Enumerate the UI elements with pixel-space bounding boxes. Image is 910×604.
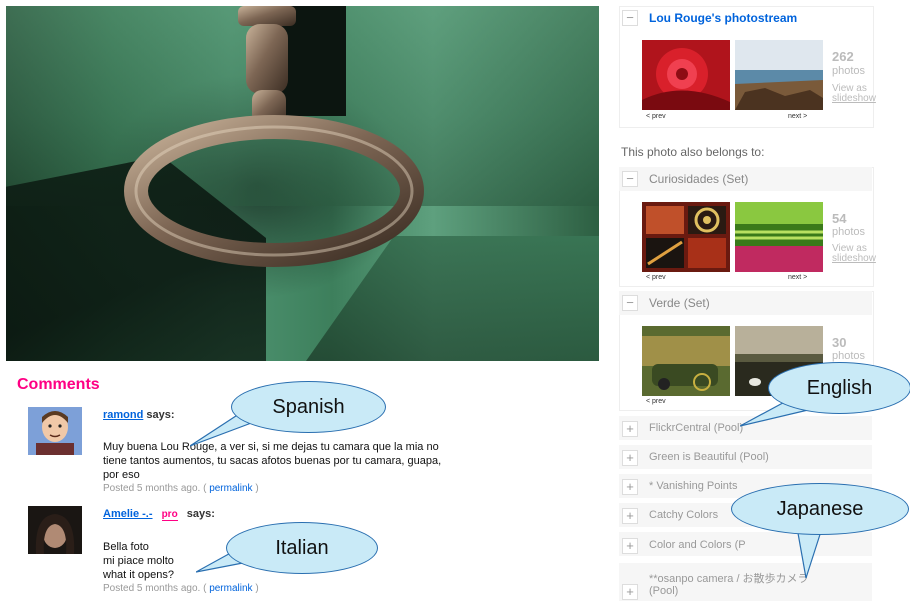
callout-italian: Italian bbox=[226, 522, 378, 574]
permalink-link[interactable]: permalink bbox=[209, 483, 252, 494]
photo-count-label: photos bbox=[832, 65, 866, 77]
comment-line: what it opens? bbox=[103, 569, 174, 581]
photo-count: 30 bbox=[832, 335, 847, 350]
says-label: says: bbox=[186, 508, 215, 520]
expand-icon[interactable]: + bbox=[622, 508, 638, 524]
author-link[interactable]: ramond bbox=[103, 409, 143, 421]
comment-line: Muy buena Lou Rouge, a ver si, si me dej… bbox=[103, 441, 439, 453]
comment-meta: Posted 5 months ago. ( permalink ) bbox=[103, 583, 259, 594]
posted-time: Posted 5 months ago. bbox=[103, 583, 201, 594]
says-label: says: bbox=[146, 409, 175, 421]
comment-author: Amelie -.- pro says: bbox=[103, 508, 215, 521]
photostream-title[interactable]: Lou Rouge's photostream bbox=[649, 11, 797, 25]
author-link[interactable]: Amelie -.- bbox=[103, 508, 153, 520]
expand-icon[interactable]: + bbox=[622, 479, 638, 495]
avatar-image bbox=[28, 407, 82, 455]
pool-title-continued[interactable]: (Pool) bbox=[649, 585, 678, 597]
set-title[interactable]: Curiosidades (Set) bbox=[649, 172, 748, 186]
key-icon bbox=[124, 6, 424, 267]
thumbnail[interactable] bbox=[735, 40, 823, 110]
collapse-icon[interactable]: − bbox=[622, 171, 638, 187]
expand-icon[interactable]: + bbox=[622, 584, 638, 600]
thumbnail-image bbox=[735, 40, 823, 110]
avatar[interactable] bbox=[28, 506, 82, 554]
prev-link[interactable]: < prev bbox=[646, 274, 666, 281]
thumbnail-image bbox=[642, 202, 730, 272]
pool-title[interactable]: **osanpo camera / お散歩カメラ bbox=[649, 570, 809, 586]
avatar-image bbox=[28, 506, 82, 554]
callout-english: English bbox=[768, 362, 910, 414]
pool-title[interactable]: Color and Colors (P bbox=[649, 539, 746, 551]
posted-time: Posted 5 months ago. bbox=[103, 483, 201, 494]
comments-heading: Comments bbox=[17, 376, 100, 393]
prev-link[interactable]: < prev bbox=[646, 398, 666, 405]
comment-author: ramond says: bbox=[103, 409, 175, 421]
permalink-link[interactable]: permalink bbox=[209, 583, 252, 594]
comment-line: Bella foto bbox=[103, 541, 149, 553]
photo-count: 262 bbox=[832, 49, 854, 64]
slideshow-link[interactable]: slideshow bbox=[832, 94, 876, 104]
pool-title[interactable]: Green is Beautiful (Pool) bbox=[649, 451, 769, 463]
comment-body: Bella foto mi piace molto what it opens? bbox=[103, 540, 174, 582]
comment-meta: Posted 5 months ago. ( permalink ) bbox=[103, 483, 259, 494]
expand-icon[interactable]: + bbox=[622, 538, 638, 554]
photo-count-label: photos bbox=[832, 226, 866, 238]
next-link[interactable]: next > bbox=[788, 274, 807, 281]
collapse-icon[interactable]: − bbox=[622, 10, 638, 26]
thumbnail[interactable] bbox=[642, 40, 730, 110]
set-title[interactable]: Verde (Set) bbox=[649, 296, 710, 310]
pool-title[interactable]: * Vanishing Points bbox=[649, 480, 737, 492]
callout-japanese: Japanese bbox=[731, 483, 909, 535]
pool-title[interactable]: FlickrCentral (Pool) bbox=[649, 422, 743, 434]
thumbnail[interactable] bbox=[642, 326, 730, 396]
thumbnail[interactable] bbox=[642, 202, 730, 272]
expand-icon[interactable]: + bbox=[622, 421, 638, 437]
pool-title[interactable]: Catchy Colors bbox=[649, 509, 718, 521]
comment-body: Muy buena Lou Rouge, a ver si, si me dej… bbox=[103, 440, 441, 482]
collapse-icon[interactable]: − bbox=[622, 295, 638, 311]
photo-count-label: photos bbox=[832, 350, 866, 362]
thumbnail[interactable] bbox=[735, 202, 823, 272]
prev-link[interactable]: < prev bbox=[646, 113, 666, 120]
callout-spanish: Spanish bbox=[231, 381, 386, 433]
photo-count: 54 bbox=[832, 211, 847, 226]
belongs-to-label: This photo also belongs to: bbox=[621, 145, 765, 159]
next-link[interactable]: next > bbox=[788, 113, 807, 120]
thumbnail-image bbox=[642, 40, 730, 110]
main-photo bbox=[6, 6, 599, 361]
comment-line: mi piace molto bbox=[103, 555, 174, 567]
pro-badge[interactable]: pro bbox=[161, 509, 178, 521]
slideshow-link[interactable]: slideshow bbox=[832, 254, 876, 264]
comment-line: por eso bbox=[103, 469, 140, 481]
avatar[interactable] bbox=[28, 407, 82, 455]
comment-line: tiene tantos aumentos, tu sacas afotos b… bbox=[103, 455, 442, 467]
expand-icon[interactable]: + bbox=[622, 450, 638, 466]
thumbnail-image bbox=[642, 326, 730, 396]
thumbnail-image bbox=[735, 202, 823, 272]
